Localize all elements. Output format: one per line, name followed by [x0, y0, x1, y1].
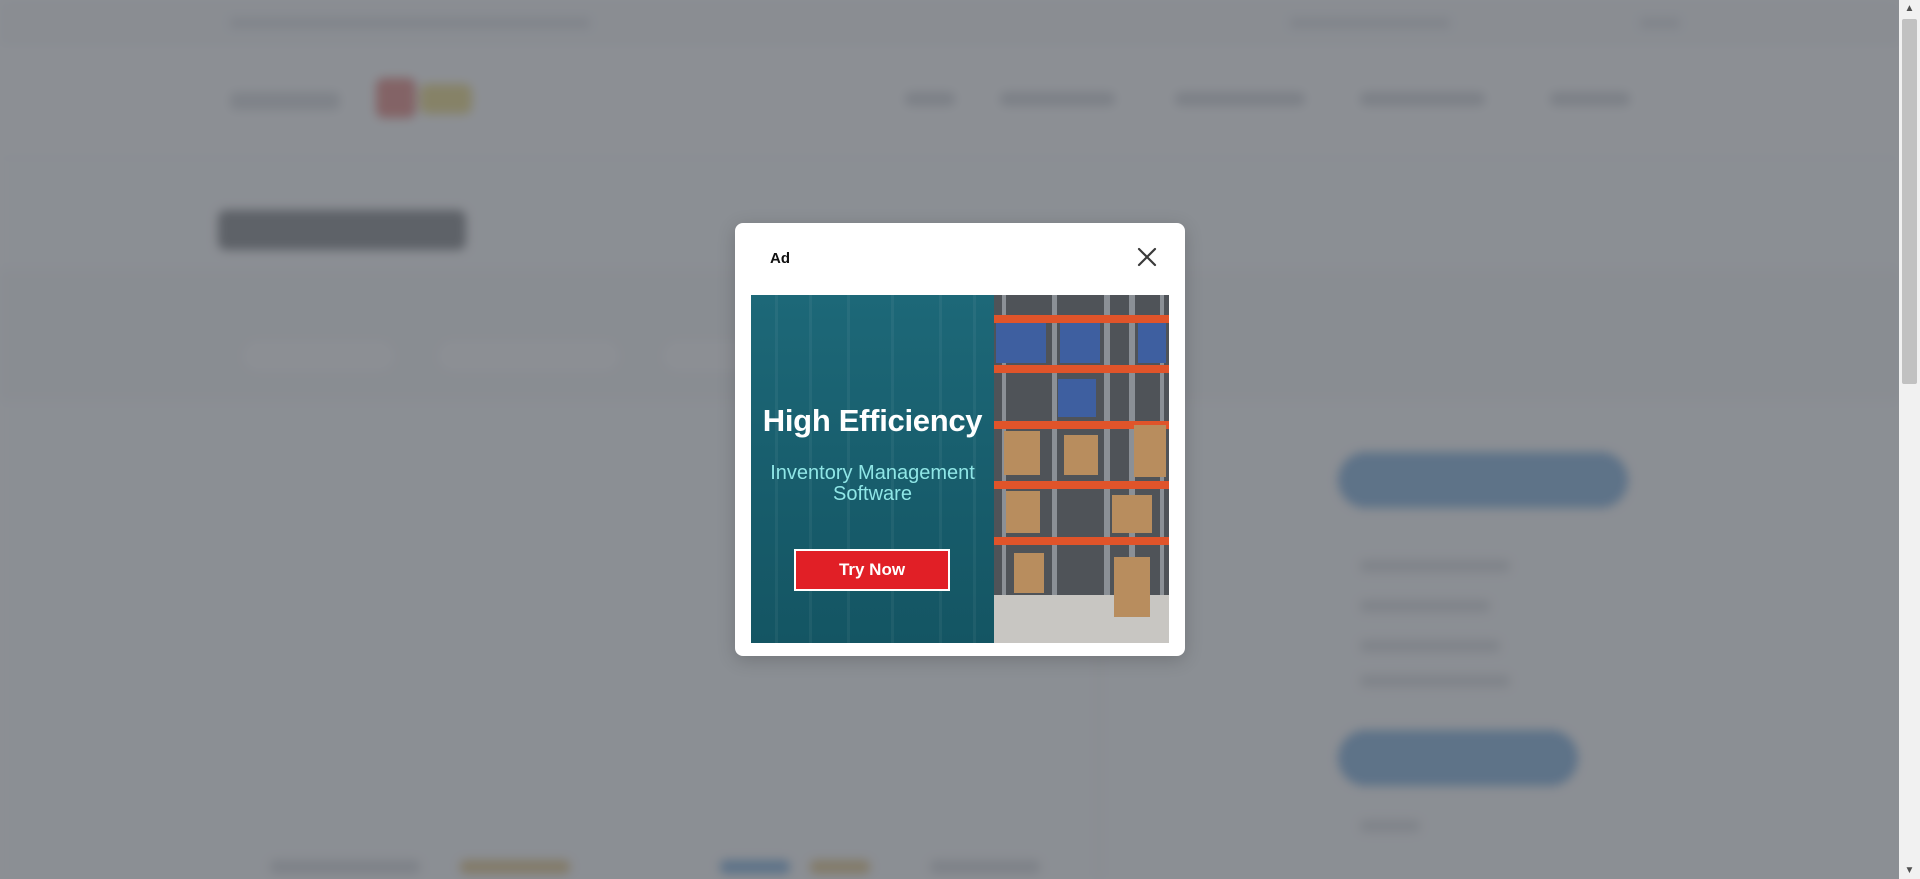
- ad-subtitle-line: Inventory Management: [770, 462, 975, 484]
- ad-subtitle: Inventory Management Software: [751, 463, 994, 505]
- ad-banner[interactable]: High Efficiency Inventory Management Sof…: [751, 295, 1169, 643]
- try-now-button[interactable]: Try Now: [794, 549, 950, 591]
- close-icon: [1137, 247, 1157, 267]
- ad-headline: High Efficiency: [762, 403, 983, 438]
- scrollbar-thumb[interactable]: [1902, 19, 1917, 384]
- close-button[interactable]: [1133, 243, 1161, 271]
- warehouse-image: [994, 295, 1169, 643]
- scroll-down-arrow-icon[interactable]: ▼: [1899, 862, 1920, 879]
- ad-subtitle-line: Software: [833, 483, 912, 505]
- scroll-up-arrow-icon[interactable]: ▲: [1899, 0, 1920, 17]
- ad-label: Ad: [770, 250, 790, 267]
- page-scrollbar[interactable]: ▲ ▼: [1899, 0, 1920, 879]
- ad-modal: Ad High Efficiency Inventory Management …: [735, 223, 1185, 656]
- ad-text-panel: High Efficiency Inventory Management Sof…: [751, 295, 994, 643]
